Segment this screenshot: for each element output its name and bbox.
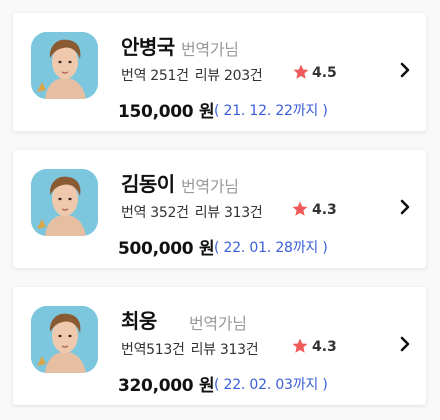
rating-value: 4.5 [312, 65, 337, 81]
chevron-right-icon[interactable] [399, 336, 411, 352]
avatar [31, 169, 98, 236]
translator-stats: 번역513건 리뷰 313건 [121, 339, 259, 359]
translator-role: 번역가님 [181, 40, 239, 59]
review-count: 리뷰 203건 [194, 68, 263, 84]
translator-list: 안병국 번역가님 번역 251건 리뷰 203건 4.5 150,000 원 ( … [0, 0, 440, 420]
translation-count: 번역 352건 [121, 205, 189, 221]
price: 150,000 원 [118, 102, 215, 122]
translator-role: 번역가님 [181, 177, 239, 196]
star-icon [292, 338, 308, 353]
deadline: ( 22. 02. 03까지 ) [214, 377, 328, 393]
translator-stats: 번역 352건 리뷰 313건 [121, 202, 263, 222]
translator-card[interactable]: 김동이 번역가님 번역 352건 리뷰 313건 4.3 500,000 원 ( … [13, 150, 426, 268]
translator-card[interactable]: 최웅 번역가님 번역513건 리뷰 313건 4.3 320,000 원 ( 22… [13, 287, 426, 405]
avatar [31, 32, 98, 99]
price: 500,000 원 [118, 239, 215, 259]
translator-name: 김동이 [121, 172, 175, 196]
translator-stats: 번역 251건 리뷰 203건 [121, 65, 263, 85]
translator-name: 안병국 [121, 35, 175, 59]
translator-role: 번역가님 [189, 314, 247, 333]
translator-card[interactable]: 안병국 번역가님 번역 251건 리뷰 203건 4.5 150,000 원 ( … [13, 13, 426, 131]
star-icon [292, 201, 308, 216]
chevron-right-icon[interactable] [399, 199, 411, 215]
translator-name: 최웅 [121, 309, 157, 333]
translation-count: 번역513건 [121, 342, 185, 358]
translation-count: 번역 251건 [121, 68, 189, 84]
rating-value: 4.3 [312, 339, 337, 355]
review-count: 리뷰 313건 [190, 342, 259, 358]
review-count: 리뷰 313건 [194, 205, 263, 221]
rating-value: 4.3 [312, 202, 337, 218]
deadline: ( 22. 01. 28까지 ) [214, 240, 328, 256]
star-icon [293, 64, 309, 79]
price: 320,000 원 [118, 376, 215, 396]
deadline: ( 21. 12. 22까지 ) [214, 103, 328, 119]
avatar [31, 306, 98, 373]
chevron-right-icon[interactable] [399, 62, 411, 78]
